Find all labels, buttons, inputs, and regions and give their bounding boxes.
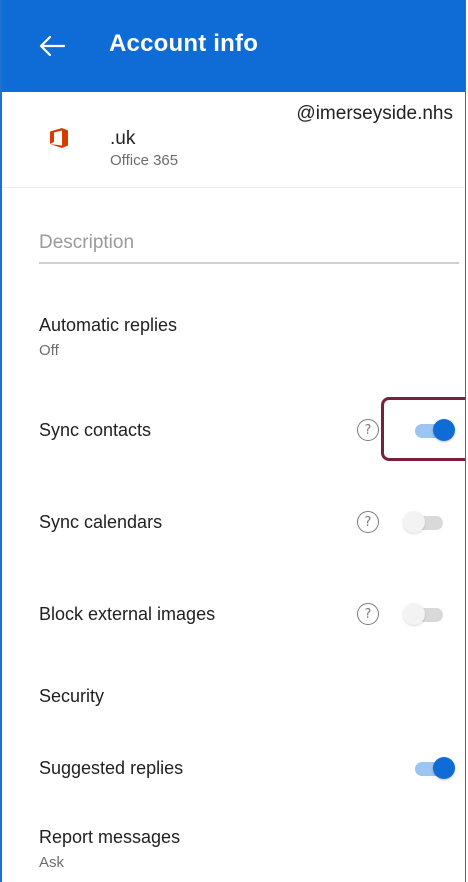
screen: Account info @imerseyside.nhs .uk Office… <box>0 0 466 882</box>
description-field-wrap <box>39 232 459 264</box>
automatic-replies-label: Automatic replies <box>39 315 178 335</box>
sync-contacts-label: Sync contacts <box>39 420 152 440</box>
security-label: Security <box>39 686 105 706</box>
toggle-thumb <box>403 511 425 533</box>
report-messages-value: Ask <box>39 854 65 871</box>
automatic-replies-row[interactable]: Automatic replies Off <box>2 310 465 370</box>
app-bar: Account info <box>2 0 465 92</box>
suggested-replies-row: Suggested replies <box>2 740 465 800</box>
block-external-images-label: Block external images <box>39 604 216 624</box>
toggle-thumb <box>433 757 455 779</box>
sync-calendars-help-icon[interactable]: ? <box>357 511 379 533</box>
account-header: @imerseyside.nhs .uk Office 365 <box>2 92 465 188</box>
suggested-replies-toggle[interactable] <box>413 756 455 780</box>
sync-calendars-row: Sync calendars ? <box>2 492 465 552</box>
office-365-icon <box>50 128 68 148</box>
account-email-suffix: .uk <box>110 128 136 149</box>
sync-calendars-toggle[interactable] <box>403 510 445 534</box>
page-title: Account info <box>109 30 259 57</box>
block-external-images-toggle[interactable] <box>403 602 445 626</box>
sync-contacts-help-icon[interactable]: ? <box>357 419 379 441</box>
account-type: Office 365 <box>110 152 179 169</box>
account-email-domain: @imerseyside.nhs <box>296 103 453 124</box>
description-input[interactable] <box>39 232 459 264</box>
block-external-images-help-icon[interactable]: ? <box>357 603 379 625</box>
report-messages-label: Report messages <box>39 827 181 847</box>
highlight-box <box>381 397 465 461</box>
toggle-thumb <box>403 603 425 625</box>
security-row[interactable]: Security <box>2 672 465 720</box>
suggested-replies-label: Suggested replies <box>39 758 184 778</box>
automatic-replies-value: Off <box>39 342 59 359</box>
block-external-images-row: Block external images ? <box>2 584 465 644</box>
report-messages-row[interactable]: Report messages Ask <box>2 822 465 882</box>
arrow-left-icon <box>39 35 65 57</box>
back-button[interactable] <box>32 26 72 66</box>
sync-calendars-label: Sync calendars <box>39 512 163 532</box>
